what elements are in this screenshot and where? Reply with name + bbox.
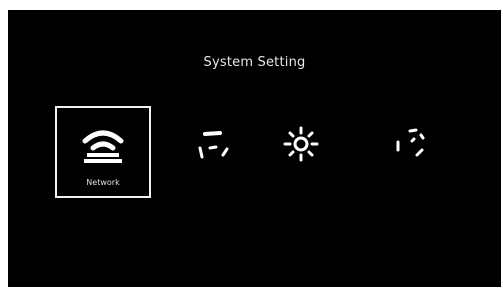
menu-item-display[interactable] [165, 106, 261, 198]
gear-icon [283, 126, 319, 162]
menu-item-network[interactable]: Network [55, 106, 151, 198]
menu-item-general[interactable] [253, 106, 349, 198]
menu-item-label: Network [86, 178, 120, 187]
page-title: System Setting [203, 55, 306, 70]
display-icon [198, 131, 229, 159]
menu-item-time[interactable] [363, 106, 459, 198]
clock-icon [396, 128, 425, 157]
wifi-icon [82, 130, 124, 163]
settings-screen: System Setting Network [8, 10, 501, 287]
